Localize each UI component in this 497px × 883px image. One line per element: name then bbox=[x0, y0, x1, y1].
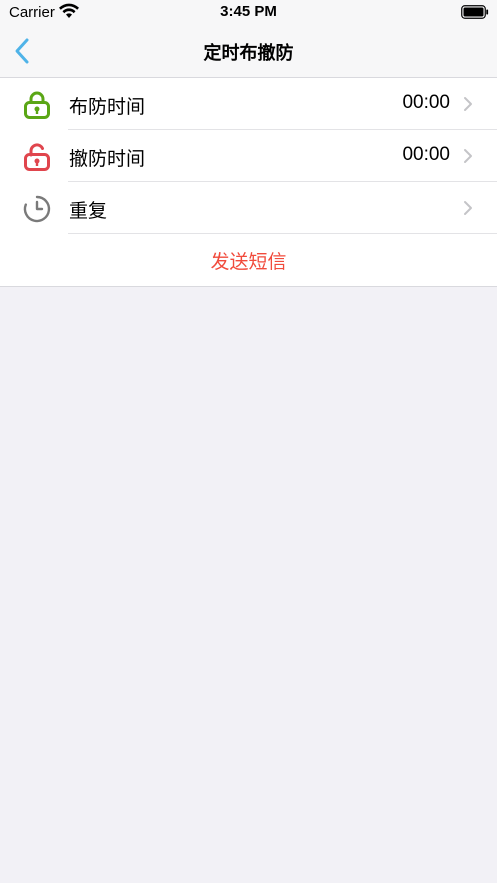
lock-open-icon bbox=[24, 143, 50, 171]
chevron-right-icon bbox=[464, 97, 472, 111]
schedule-list: 布防时间 00:00 撤防时间 00:00 重复 发送短信 bbox=[0, 78, 497, 287]
page-title: 定时布撤防 bbox=[203, 43, 294, 63]
status-bar: Carrier 3:45 PM bbox=[0, 0, 497, 26]
arm-time-label: 布防时间 bbox=[69, 97, 146, 118]
send-sms-label: 发送短信 bbox=[210, 252, 287, 273]
lock-closed-icon bbox=[24, 91, 50, 119]
clock-icon bbox=[23, 195, 51, 223]
disarm-time-label: 撤防时间 bbox=[69, 149, 146, 170]
arm-time-row[interactable]: 布防时间 00:00 bbox=[0, 78, 497, 130]
disarm-time-row[interactable]: 撤防时间 00:00 bbox=[0, 130, 497, 182]
repeat-row[interactable]: 重复 bbox=[0, 182, 497, 234]
send-sms-button[interactable]: 发送短信 bbox=[0, 234, 497, 286]
chevron-right-icon bbox=[464, 201, 472, 215]
status-time: 3:45 PM bbox=[220, 3, 277, 20]
disarm-time-value: 00:00 bbox=[402, 144, 450, 165]
battery-icon bbox=[461, 5, 489, 19]
chevron-right-icon bbox=[464, 149, 472, 163]
navigation-bar: 定时布撤防 bbox=[0, 26, 497, 78]
arm-time-value: 00:00 bbox=[402, 92, 450, 113]
repeat-label: 重复 bbox=[69, 201, 108, 222]
